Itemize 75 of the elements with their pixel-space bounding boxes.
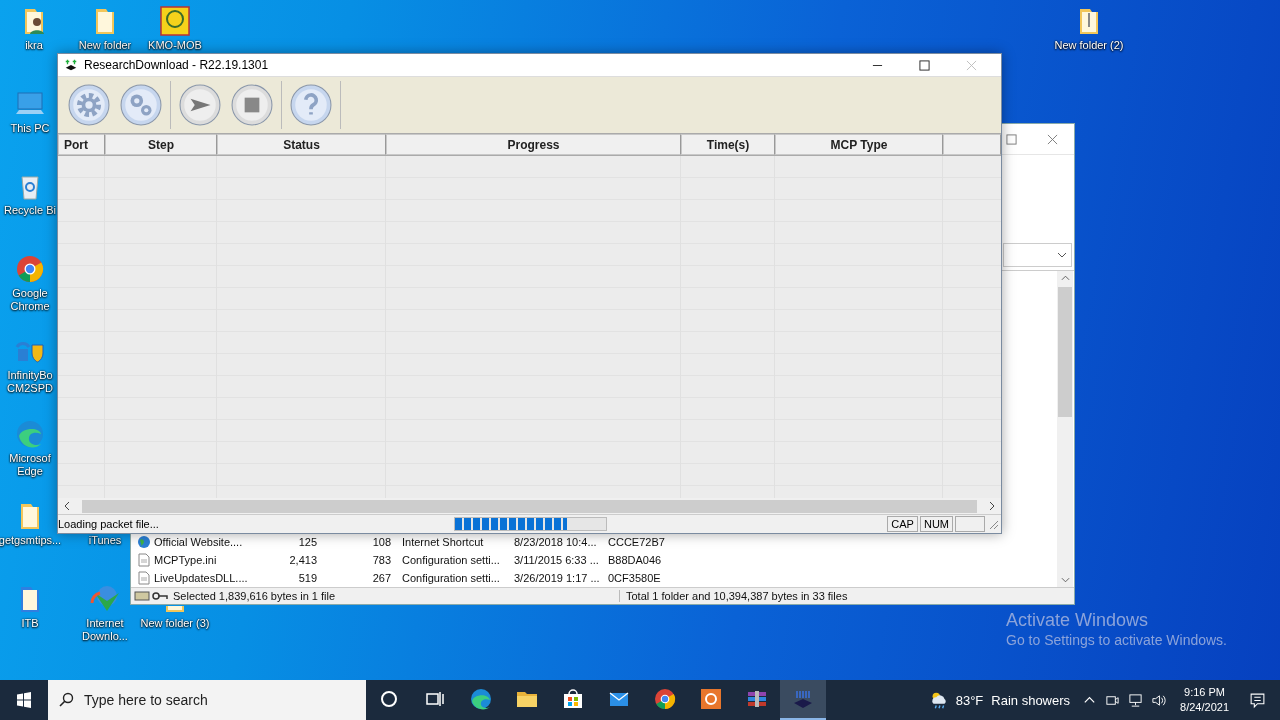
- stop-icon: [231, 84, 273, 126]
- table-cell-text: 519: [297, 572, 317, 584]
- table-cell-text: 3/11/2015 6:33 ...: [514, 554, 600, 566]
- search-field[interactable]: Type here to search: [48, 680, 366, 720]
- edge-icon: [469, 687, 493, 711]
- column-header[interactable]: Step: [105, 134, 217, 155]
- drive-icon: [134, 590, 168, 602]
- gears-button[interactable]: [118, 82, 164, 128]
- globe-icon: [137, 535, 151, 549]
- scroll-left-icon[interactable]: [64, 501, 70, 511]
- file-icon: [137, 571, 151, 585]
- status-indicator: CAP: [887, 516, 918, 532]
- app-icon: [699, 687, 723, 711]
- status-text: Total 1 folder and 10,394,387 bytes in 33 files: [619, 590, 848, 602]
- file-name[interactable]: MCPType.ini: [154, 554, 269, 566]
- table-cell-text: 108: [371, 536, 391, 548]
- column-header[interactable]: Port: [58, 134, 105, 155]
- gears-icon: [120, 84, 162, 126]
- app-icon[interactable]: [159, 5, 191, 37]
- status-text: Loading packet file...: [58, 518, 160, 530]
- weather-condition[interactable]: Rain showers: [991, 692, 1071, 708]
- stop-button[interactable]: [229, 82, 275, 128]
- file-name[interactable]: Official Website....: [154, 536, 269, 548]
- status-indicator: NUM: [919, 516, 953, 532]
- column-header[interactable]: Progress: [386, 134, 681, 155]
- help-icon: [290, 84, 332, 126]
- clock-time[interactable]: 9:16 PM: [1184, 685, 1225, 700]
- network-icon[interactable]: [1128, 692, 1144, 708]
- search-icon: [58, 692, 74, 708]
- activation-title: Activate Windows: [1006, 610, 1150, 631]
- notification-icon[interactable]: [1249, 691, 1266, 709]
- table-cell-text: CCCE72B7: [608, 536, 666, 548]
- table-cell-text: Internet Shortcut: [402, 536, 485, 548]
- scrollbar[interactable]: [1057, 271, 1073, 587]
- column-header[interactable]: Status: [217, 134, 386, 155]
- table-cell-text: 783: [371, 554, 391, 566]
- play-button[interactable]: [177, 82, 223, 128]
- table-cell-text: 2,413: [288, 554, 317, 566]
- scrollbar[interactable]: [58, 498, 1001, 514]
- volume-icon[interactable]: [1151, 692, 1167, 708]
- maximize-icon[interactable]: [919, 59, 930, 71]
- status-pane: [955, 516, 985, 532]
- temperature[interactable]: 83°F: [955, 692, 984, 708]
- table-cell-text: Configuration setti...: [402, 572, 501, 584]
- table-cell-text: 125: [297, 536, 317, 548]
- table-cell-text: 3/26/2019 1:17 ...: [514, 572, 601, 584]
- store-icon: [561, 687, 585, 711]
- chevron-icon[interactable]: [1057, 252, 1067, 258]
- help-button[interactable]: [288, 82, 334, 128]
- status-text: Selected 1,839,616 bytes in 1 file: [173, 590, 337, 602]
- chrome-icon: [653, 687, 677, 711]
- app-icon: [64, 58, 78, 72]
- clock-date[interactable]: 8/24/2021: [1180, 700, 1229, 715]
- column-header[interactable]: MCP Type: [775, 134, 943, 155]
- close-icon[interactable]: [1047, 133, 1058, 145]
- scroll-right-icon[interactable]: [989, 501, 995, 511]
- table-cell-text: 267: [371, 572, 391, 584]
- maximize-icon[interactable]: [1006, 133, 1017, 145]
- settings-icon: [68, 84, 110, 126]
- file-icon: [137, 553, 151, 567]
- column-header[interactable]: Time(s): [681, 134, 775, 155]
- resize-grip-icon[interactable]: [987, 518, 999, 530]
- table-cell-text: 0CF3580E: [608, 572, 662, 584]
- table-cell-text: B88DA046: [608, 554, 663, 566]
- settings-button[interactable]: [66, 82, 112, 128]
- table-cell-text: 8/23/2018 10:4...: [514, 536, 598, 548]
- window-title: ResearchDownload - R22.19.1301: [84, 58, 270, 72]
- taskbar-download-tool-button[interactable]: [780, 680, 826, 720]
- file-name[interactable]: LiveUpdatesDLL....: [154, 572, 269, 584]
- desktop-icon-label[interactable]: New folder (2): [1054, 39, 1124, 52]
- scroll-up-icon[interactable]: [1060, 275, 1070, 281]
- play-icon: [179, 84, 221, 126]
- start-icon[interactable]: [16, 692, 32, 708]
- scroll-down-icon[interactable]: [1060, 577, 1070, 583]
- table-cell-text: Configuration setti...: [402, 554, 501, 566]
